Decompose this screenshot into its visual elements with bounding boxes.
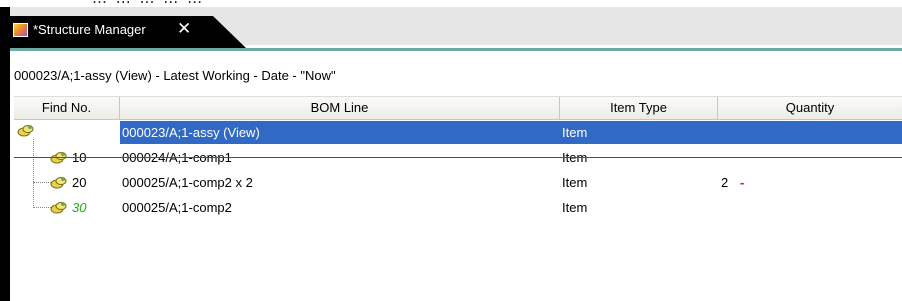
column-header-quantity[interactable]: Quantity <box>718 97 902 119</box>
quantity-cell: 2 <box>721 175 729 190</box>
column-header-bom-line[interactable]: BOM Line <box>120 97 560 119</box>
find-no-cell: 20 <box>72 175 87 190</box>
removed-line-strikethrough <box>14 157 902 158</box>
table-row[interactable]: 000023/A;1-assy (View) Item <box>14 121 902 144</box>
left-frame-border <box>0 7 10 301</box>
bom-line-item-icon <box>50 202 67 214</box>
bom-line-cell: 000023/A;1-assy (View) <box>122 125 260 140</box>
bom-line-cell: 000025/A;1-comp2 <box>122 200 232 215</box>
column-header-find-no[interactable]: Find No. <box>14 97 120 119</box>
find-no-cell: 30 <box>72 200 87 215</box>
bom-context-line: 000023/A;1-assy (View) - Latest Working … <box>14 68 336 83</box>
item-type-cell: Item <box>562 175 588 190</box>
tab-label: *Structure Manager <box>33 22 146 37</box>
quantity-change-marker: - <box>740 175 745 190</box>
table-row[interactable]: 20 000025/A;1-comp2 x 2 Item 2 - <box>14 171 902 194</box>
close-icon[interactable]: ✕ <box>177 20 191 38</box>
bom-line-item-icon <box>50 177 67 189</box>
structure-manager-app-icon <box>13 23 28 37</box>
column-header-item-type[interactable]: Item Type <box>560 97 718 119</box>
bom-line-cell: 000025/A;1-comp2 x 2 <box>122 175 253 190</box>
cut-off-caption: … … … … … <box>92 0 204 5</box>
empty-table-area <box>14 220 902 301</box>
table-header: Find No. BOM Line Item Type Quantity <box>14 96 902 120</box>
bom-line-item-icon <box>17 125 34 137</box>
item-type-cell: Item <box>562 200 588 215</box>
item-type-cell: Item <box>562 125 588 140</box>
table-row[interactable]: 30 000025/A;1-comp2 Item <box>14 196 902 219</box>
structure-manager-window: … … … … … *Structure Manager ✕ 000023/A;… <box>0 0 902 301</box>
